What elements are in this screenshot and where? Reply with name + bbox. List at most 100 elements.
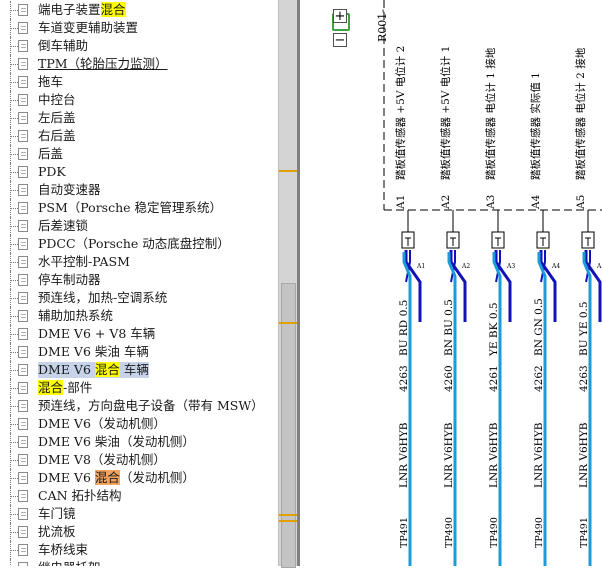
wire-color-code: BN GN 0.5 <box>533 298 545 356</box>
tree-item[interactable]: 继电器托架 <box>0 559 278 566</box>
tree-item[interactable]: DME V6 柴油（发动机侧） <box>0 433 278 451</box>
tree-item[interactable]: PSM（Porsche 稳定管理系统） <box>0 199 278 217</box>
scrollbar-thumb[interactable] <box>281 283 296 568</box>
document-icon <box>18 418 28 430</box>
document-icon <box>18 490 28 502</box>
tree-item[interactable]: 车桥线束 <box>0 541 278 559</box>
wiring-diagram-pane[interactable]: + − R001- 踏板值传感器 +5V 电位计 2 A1 A1 BU RD 0.5 4… <box>300 0 602 566</box>
tree-item[interactable]: PDK <box>0 163 278 181</box>
tree-item-label[interactable]: 混合-部件 <box>38 380 92 396</box>
tree-item-label[interactable]: 自动变速器 <box>38 182 101 198</box>
tree-item[interactable]: 预连线，加热-空调系统 <box>0 289 278 307</box>
search-hit-marker[interactable] <box>279 322 297 324</box>
tree-item-label[interactable]: DME V8（发动机侧） <box>38 452 166 468</box>
tree-item[interactable]: DME V8（发动机侧） <box>0 451 278 469</box>
tree-item[interactable]: DME V6（发动机侧） <box>0 415 278 433</box>
pin-label: A1 <box>395 195 407 210</box>
label-text: 水平控制-PASM <box>38 254 130 269</box>
tree-item-label[interactable]: DME V6 柴油（发动机侧） <box>38 434 195 450</box>
tree-item[interactable]: 混合-部件 <box>0 379 278 397</box>
tree-item[interactable]: DME V6 混合（发动机侧） <box>0 469 278 487</box>
search-hit-marker[interactable] <box>279 520 297 522</box>
tree-item-label[interactable]: TPM（轮胎压力监测） <box>38 56 168 72</box>
tree-item[interactable]: 端电子装置混合 <box>0 1 278 19</box>
tree-item-label[interactable]: PSM（Porsche 稳定管理系统） <box>38 200 222 216</box>
label-text: DME V6 + V8 车辆 <box>38 326 156 341</box>
tree-item-label[interactable]: 后盖 <box>38 146 63 162</box>
document-icon <box>18 22 28 34</box>
tree-item[interactable]: 拖车 <box>0 73 278 91</box>
pin-label: A3 <box>485 195 497 210</box>
tree-connector <box>10 64 18 65</box>
tree-item[interactable]: 停车制动器 <box>0 271 278 289</box>
wire-number: 4261 <box>488 365 500 392</box>
document-icon <box>18 130 28 142</box>
tree-item[interactable]: 车门镜 <box>0 505 278 523</box>
tree-connector <box>10 559 11 566</box>
tree-item-label[interactable]: DME V6 柴油 车辆 <box>38 344 149 360</box>
tree-item[interactable]: DME V6 混合 车辆 <box>0 361 278 379</box>
tree-item-label[interactable]: 左后盖 <box>38 110 76 126</box>
tree-item-label[interactable]: DME V6 + V8 车辆 <box>38 326 155 342</box>
tree-item[interactable]: 水平控制-PASM <box>0 253 278 271</box>
tree-connector <box>10 406 18 407</box>
tree-item[interactable]: 倒车辅助 <box>0 37 278 55</box>
wire-number: 4263 <box>398 365 410 392</box>
tree-item[interactable]: PDCC（Porsche 动态底盘控制） <box>0 235 278 253</box>
tree-item[interactable]: CAN 拓扑结构 <box>0 487 278 505</box>
tree-item[interactable]: 扰流板 <box>0 523 278 541</box>
tree-item-label[interactable]: DME V6 混合（发动机侧） <box>38 470 195 486</box>
tree-item[interactable]: 车道变更辅助装置 <box>0 19 278 37</box>
tree-item-label[interactable]: 中控台 <box>38 92 76 108</box>
tree-item-label[interactable]: PDCC（Porsche 动态底盘控制） <box>38 236 230 252</box>
wire-number: 4260 <box>443 365 455 392</box>
tree-item-label[interactable]: 车门镜 <box>38 506 76 522</box>
tree-item[interactable]: 自动变速器 <box>0 181 278 199</box>
document-icon <box>18 400 28 412</box>
tree-connector <box>10 136 18 137</box>
tree-item[interactable]: 预连线，方向盘电子设备（带有 MSW） <box>0 397 278 415</box>
tree-item-label[interactable]: 端电子装置混合 <box>38 2 126 18</box>
tree-item[interactable]: 后差速锁 <box>0 217 278 235</box>
search-hit-marker[interactable] <box>279 514 297 516</box>
tree-item[interactable]: 中控台 <box>0 91 278 109</box>
tree-item-label[interactable]: 拖车 <box>38 74 63 90</box>
tree-item-label[interactable]: 水平控制-PASM <box>38 254 130 270</box>
tree-connector <box>10 532 18 533</box>
tree-item-label[interactable]: CAN 拓扑结构 <box>38 488 122 504</box>
tree-item-label[interactable]: 预连线，方向盘电子设备（带有 MSW） <box>38 398 264 414</box>
document-icon <box>18 76 28 88</box>
tree-scrollbar[interactable] <box>278 0 297 568</box>
tree-item-label[interactable]: 后差速锁 <box>38 218 88 234</box>
tree-item-label[interactable]: 预连线，加热-空调系统 <box>38 290 167 306</box>
search-highlight: 混合 <box>38 380 64 395</box>
label-text: DME V6 <box>38 470 95 485</box>
tree-connector <box>10 244 18 245</box>
tree-item-label[interactable]: PDK <box>38 164 66 180</box>
label-text: PDCC（Porsche 动态底盘控制） <box>38 236 230 251</box>
tree-item-label[interactable]: 辅助加热系统 <box>38 308 113 324</box>
tree-item-label[interactable]: DME V6（发动机侧） <box>38 416 166 432</box>
tree-item-label[interactable]: 停车制动器 <box>38 272 101 288</box>
tree-connector <box>10 496 18 497</box>
tree-item[interactable]: TPM（轮胎压力监测） <box>0 55 278 73</box>
tree-item[interactable]: 辅助加热系统 <box>0 307 278 325</box>
search-hit-marker[interactable] <box>279 170 297 172</box>
document-icon <box>18 274 28 286</box>
tree-item-label[interactable]: 扰流板 <box>38 524 76 540</box>
tree-item[interactable]: DME V6 + V8 车辆 <box>0 325 278 343</box>
document-icon <box>18 346 28 358</box>
tree-item[interactable]: DME V6 柴油 车辆 <box>0 343 278 361</box>
tree-connector <box>10 28 18 29</box>
tree-item-label[interactable]: 车桥线束 <box>38 542 88 558</box>
tree-item-label[interactable]: 车道变更辅助装置 <box>38 20 138 36</box>
tree-item-label[interactable]: DME V6 混合 车辆 <box>38 362 149 378</box>
tree-item[interactable]: 左后盖 <box>0 109 278 127</box>
tree-connector <box>10 424 18 425</box>
tree-item[interactable]: 后盖 <box>0 145 278 163</box>
search-highlight: 混合 <box>94 470 120 485</box>
tree-item-label[interactable]: 继电器托架 <box>38 560 101 566</box>
tree-item[interactable]: 右后盖 <box>0 127 278 145</box>
tree-item-label[interactable]: 右后盖 <box>38 128 76 144</box>
tree-item-label[interactable]: 倒车辅助 <box>38 38 88 54</box>
